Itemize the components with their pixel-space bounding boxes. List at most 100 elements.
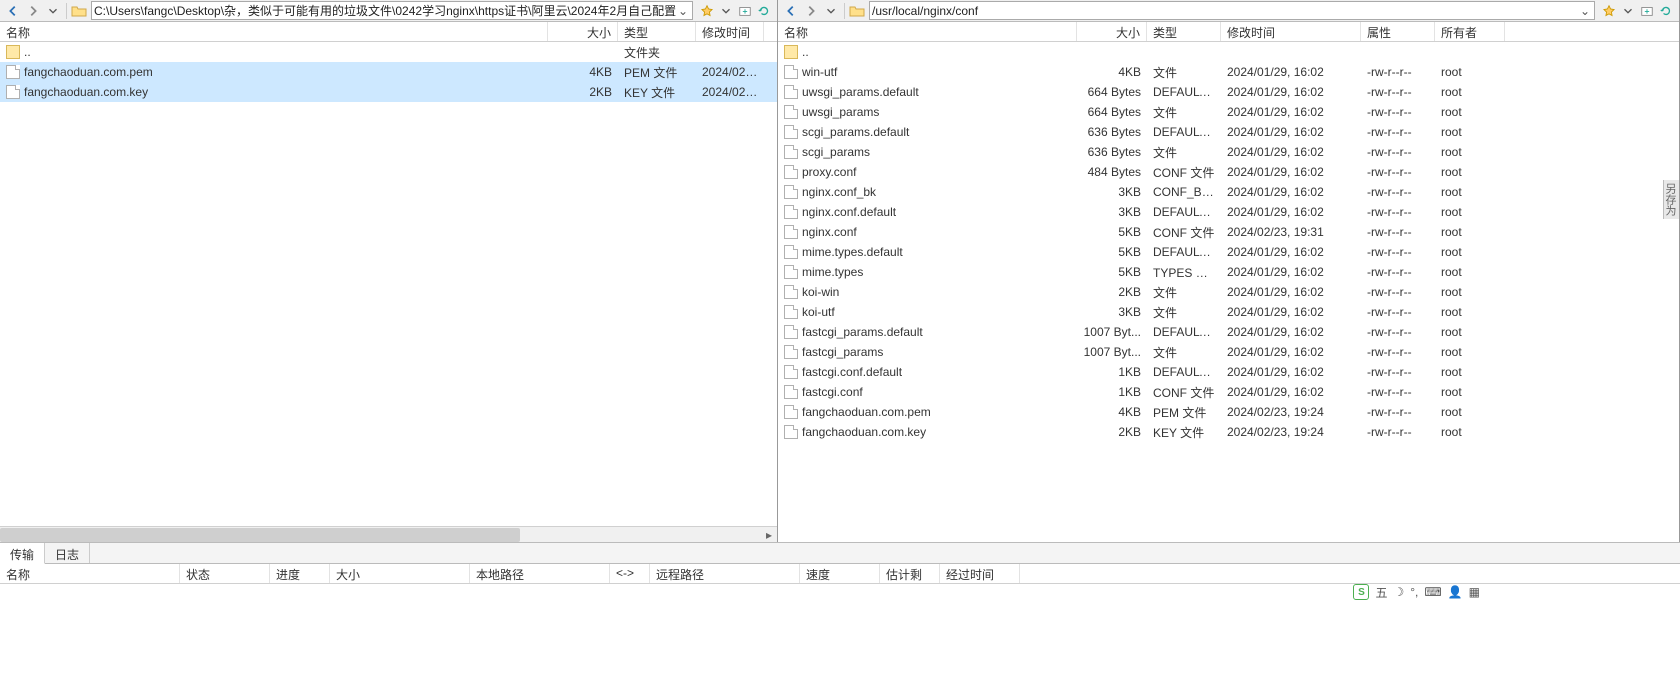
list-item[interactable]: fangchaoduan.com.key2KBKEY 文件2024/02/23,… bbox=[778, 422, 1679, 442]
list-item[interactable]: uwsgi_params.default664 BytesDEFAULT ...… bbox=[778, 82, 1679, 102]
col-type[interactable]: 类型 bbox=[618, 22, 696, 41]
qcol-name[interactable]: 名称 bbox=[0, 564, 180, 583]
qcol-elapsed[interactable]: 经过时间 bbox=[940, 564, 1020, 583]
list-item[interactable]: fastcgi.conf1KBCONF 文件2024/01/29, 16:02-… bbox=[778, 382, 1679, 402]
local-path-input[interactable] bbox=[94, 4, 676, 18]
col-name[interactable]: 名称 bbox=[0, 22, 548, 41]
col-size[interactable]: 大小 bbox=[548, 22, 618, 41]
cell-type: DEFAULT ... bbox=[1147, 245, 1221, 259]
list-item[interactable]: scgi_params.default636 BytesDEFAULT ...2… bbox=[778, 122, 1679, 142]
qcol-dir[interactable]: <-> bbox=[610, 564, 650, 583]
cell-type: 文件 bbox=[1147, 344, 1221, 361]
file-icon bbox=[784, 285, 798, 299]
chevron-down-icon[interactable]: ⌄ bbox=[1578, 4, 1592, 18]
cell-mtime: 2024/01/29, 16:02 bbox=[1221, 325, 1361, 339]
cell-size: 5KB bbox=[1077, 265, 1147, 279]
list-item[interactable]: fangchaoduan.com.key2KBKEY 文件2024/02/08, bbox=[0, 82, 777, 102]
list-item[interactable]: nginx.conf.default3KBDEFAULT ...2024/01/… bbox=[778, 202, 1679, 222]
file-icon bbox=[784, 265, 798, 279]
queue-body[interactable] bbox=[0, 584, 1680, 679]
tab-transfer[interactable]: 传输 bbox=[0, 543, 45, 564]
cell-name: fastcgi_params.default bbox=[778, 325, 1077, 339]
list-item[interactable]: proxy.conf484 BytesCONF 文件2024/01/29, 16… bbox=[778, 162, 1679, 182]
refresh-button[interactable] bbox=[1657, 2, 1675, 20]
cell-size: 5KB bbox=[1077, 225, 1147, 239]
list-item[interactable]: fastcgi_params.default1007 Byt...DEFAULT… bbox=[778, 322, 1679, 342]
list-item[interactable]: ..文件夹 bbox=[0, 42, 777, 62]
remote-listing[interactable]: ..win-utf4KB文件2024/01/29, 16:02-rw-r--r-… bbox=[778, 42, 1679, 542]
cell-owner: root bbox=[1435, 65, 1505, 79]
qcol-remote[interactable]: 远程路径 bbox=[650, 564, 800, 583]
qcol-progress[interactable]: 进度 bbox=[270, 564, 330, 583]
file-icon bbox=[784, 405, 798, 419]
side-strip[interactable]: 另存为 bbox=[1663, 180, 1679, 219]
remote-pane: ⌄ 名称 大小 类型 修改时间 属性 所有者 ..win-utf4KB文件202… bbox=[778, 0, 1680, 542]
col-owner[interactable]: 所有者 bbox=[1435, 22, 1505, 41]
favorites-button[interactable] bbox=[1600, 2, 1618, 20]
qcol-speed[interactable]: 速度 bbox=[800, 564, 880, 583]
qcol-local[interactable]: 本地路径 bbox=[470, 564, 610, 583]
cell-name: fastcgi_params bbox=[778, 345, 1077, 359]
history-dropdown-button[interactable] bbox=[822, 2, 840, 20]
list-item[interactable]: scgi_params636 Bytes文件2024/01/29, 16:02-… bbox=[778, 142, 1679, 162]
col-attr[interactable]: 属性 bbox=[1361, 22, 1435, 41]
local-h-scrollbar[interactable]: ▸ bbox=[0, 526, 777, 542]
list-item[interactable]: mime.types.default5KBDEFAULT ...2024/01/… bbox=[778, 242, 1679, 262]
favorites-button[interactable] bbox=[698, 2, 716, 20]
remote-path-input[interactable] bbox=[872, 4, 1578, 18]
back-button[interactable] bbox=[782, 2, 800, 20]
qcol-status[interactable]: 状态 bbox=[180, 564, 270, 583]
qcol-size[interactable]: 大小 bbox=[330, 564, 470, 583]
list-item[interactable]: fangchaoduan.com.pem4KBPEM 文件2024/02/23,… bbox=[778, 402, 1679, 422]
cell-mtime: 2024/01/29, 16:02 bbox=[1221, 285, 1361, 299]
list-item[interactable]: koi-win2KB文件2024/01/29, 16:02-rw-r--r--r… bbox=[778, 282, 1679, 302]
col-name[interactable]: 名称 bbox=[778, 22, 1077, 41]
qcol-eta[interactable]: 估计剩余... bbox=[880, 564, 940, 583]
list-item[interactable]: nginx.conf_bk3KBCONF_BK...2024/01/29, 16… bbox=[778, 182, 1679, 202]
list-item[interactable]: fastcgi_params1007 Byt...文件2024/01/29, 1… bbox=[778, 342, 1679, 362]
cell-name: koi-win bbox=[778, 285, 1077, 299]
cell-type: CONF_BK... bbox=[1147, 185, 1221, 199]
forward-button[interactable] bbox=[24, 2, 42, 20]
file-icon bbox=[784, 185, 798, 199]
list-item[interactable]: koi-utf3KB文件2024/01/29, 16:02-rw-r--r--r… bbox=[778, 302, 1679, 322]
list-item[interactable]: fastcgi.conf.default1KBDEFAULT ...2024/0… bbox=[778, 362, 1679, 382]
col-mtime[interactable]: 修改时间 bbox=[1221, 22, 1361, 41]
back-button[interactable] bbox=[4, 2, 22, 20]
cell-name: fastcgi.conf.default bbox=[778, 365, 1077, 379]
col-type[interactable]: 类型 bbox=[1147, 22, 1221, 41]
new-folder-button[interactable] bbox=[1638, 2, 1656, 20]
list-item[interactable]: uwsgi_params664 Bytes文件2024/01/29, 16:02… bbox=[778, 102, 1679, 122]
forward-button[interactable] bbox=[802, 2, 820, 20]
cell-mtime: 2024/01/29, 16:02 bbox=[1221, 265, 1361, 279]
remote-path-combo[interactable]: ⌄ bbox=[869, 1, 1595, 20]
local-path-combo[interactable]: ⌄ bbox=[91, 1, 693, 20]
cell-attr: -rw-r--r-- bbox=[1361, 345, 1435, 359]
file-icon bbox=[784, 205, 798, 219]
cell-mtime: 2024/01/29, 16:02 bbox=[1221, 105, 1361, 119]
list-item[interactable]: mime.types5KBTYPES 文件2024/01/29, 16:02-r… bbox=[778, 262, 1679, 282]
tab-log[interactable]: 日志 bbox=[45, 543, 90, 563]
fav-dropdown-button[interactable] bbox=[717, 2, 735, 20]
list-item[interactable]: .. bbox=[778, 42, 1679, 62]
new-folder-button[interactable] bbox=[736, 2, 754, 20]
list-item[interactable]: nginx.conf5KBCONF 文件2024/02/23, 19:31-rw… bbox=[778, 222, 1679, 242]
history-dropdown-button[interactable] bbox=[44, 2, 62, 20]
file-icon bbox=[784, 365, 798, 379]
cell-size: 2KB bbox=[548, 85, 618, 99]
fav-dropdown-button[interactable] bbox=[1619, 2, 1637, 20]
list-item[interactable]: win-utf4KB文件2024/01/29, 16:02-rw-r--r--r… bbox=[778, 62, 1679, 82]
cell-attr: -rw-r--r-- bbox=[1361, 325, 1435, 339]
cell-attr: -rw-r--r-- bbox=[1361, 225, 1435, 239]
local-listing[interactable]: ..文件夹fangchaoduan.com.pem4KBPEM 文件2024/0… bbox=[0, 42, 777, 526]
scrollbar-thumb[interactable] bbox=[0, 528, 520, 542]
refresh-button[interactable] bbox=[755, 2, 773, 20]
cell-name: nginx.conf_bk bbox=[778, 185, 1077, 199]
scroll-right-button[interactable]: ▸ bbox=[761, 527, 777, 542]
col-size[interactable]: 大小 bbox=[1077, 22, 1147, 41]
cell-size: 2KB bbox=[1077, 285, 1147, 299]
list-item[interactable]: fangchaoduan.com.pem4KBPEM 文件2024/02/08, bbox=[0, 62, 777, 82]
file-icon bbox=[784, 345, 798, 359]
chevron-down-icon[interactable]: ⌄ bbox=[676, 4, 690, 18]
col-mtime[interactable]: 修改时间 bbox=[696, 22, 764, 41]
